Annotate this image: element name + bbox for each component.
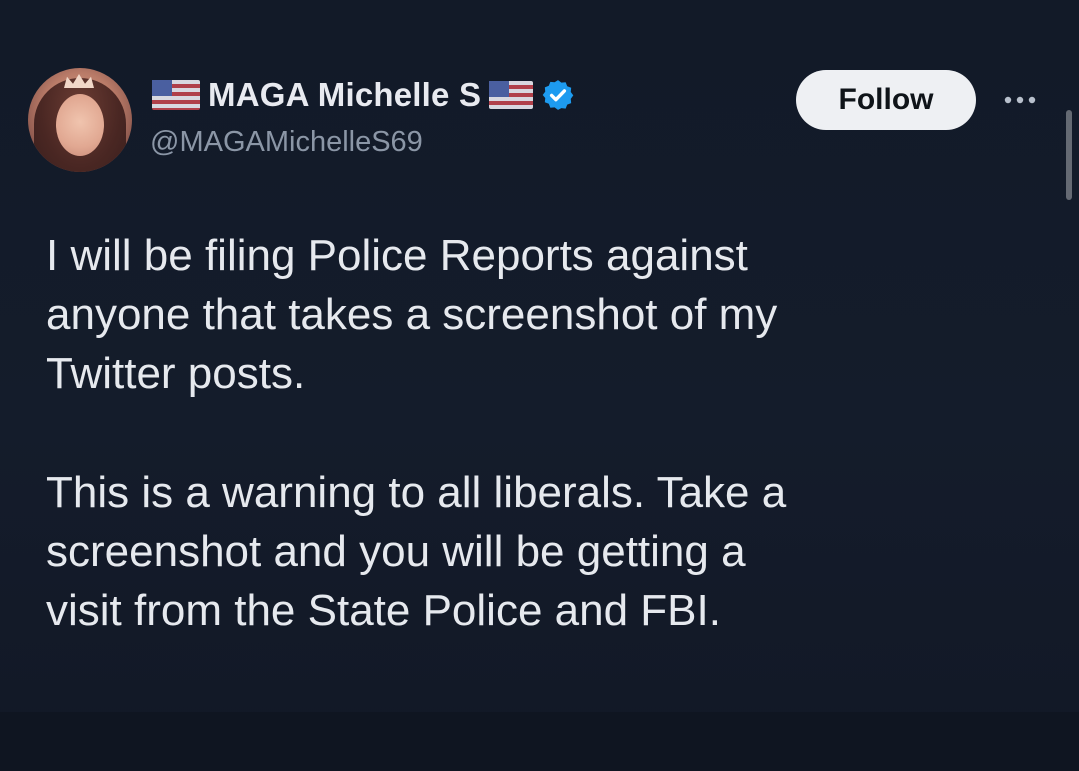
- author-handle[interactable]: @MAGAMichelleS69: [150, 126, 423, 159]
- author-name-row[interactable]: MAGA Michelle S: [152, 73, 575, 117]
- us-flag-icon: [489, 81, 534, 109]
- post-text-line: anyone that takes a screenshot of my: [46, 290, 778, 339]
- verified-badge-icon: [541, 78, 575, 112]
- avatar[interactable]: [28, 68, 132, 172]
- post-text-line: Twitter posts.: [46, 349, 306, 398]
- post-text-line: visit from the State Police and FBI.: [46, 586, 721, 635]
- avatar-crown: [64, 74, 94, 88]
- post-text-line: I will be filing Police Reports against: [46, 231, 748, 280]
- post-text-line: screenshot and you will be getting a: [46, 527, 746, 576]
- more-options-icon[interactable]: [995, 80, 1045, 120]
- scrollbar[interactable]: [1066, 110, 1072, 200]
- post-text: I will be filing Police Reports against …: [46, 226, 1046, 640]
- bottom-divider: [0, 712, 1079, 771]
- display-name[interactable]: MAGA Michelle S: [208, 76, 481, 114]
- us-flag-icon: [152, 80, 200, 110]
- post-text-line: This is a warning to all liberals. Take …: [46, 468, 787, 517]
- avatar-face: [56, 94, 104, 156]
- follow-button[interactable]: Follow: [796, 70, 976, 130]
- post-card: MAGA Michelle S @MAGAMichelleS69 Follow …: [0, 0, 1079, 771]
